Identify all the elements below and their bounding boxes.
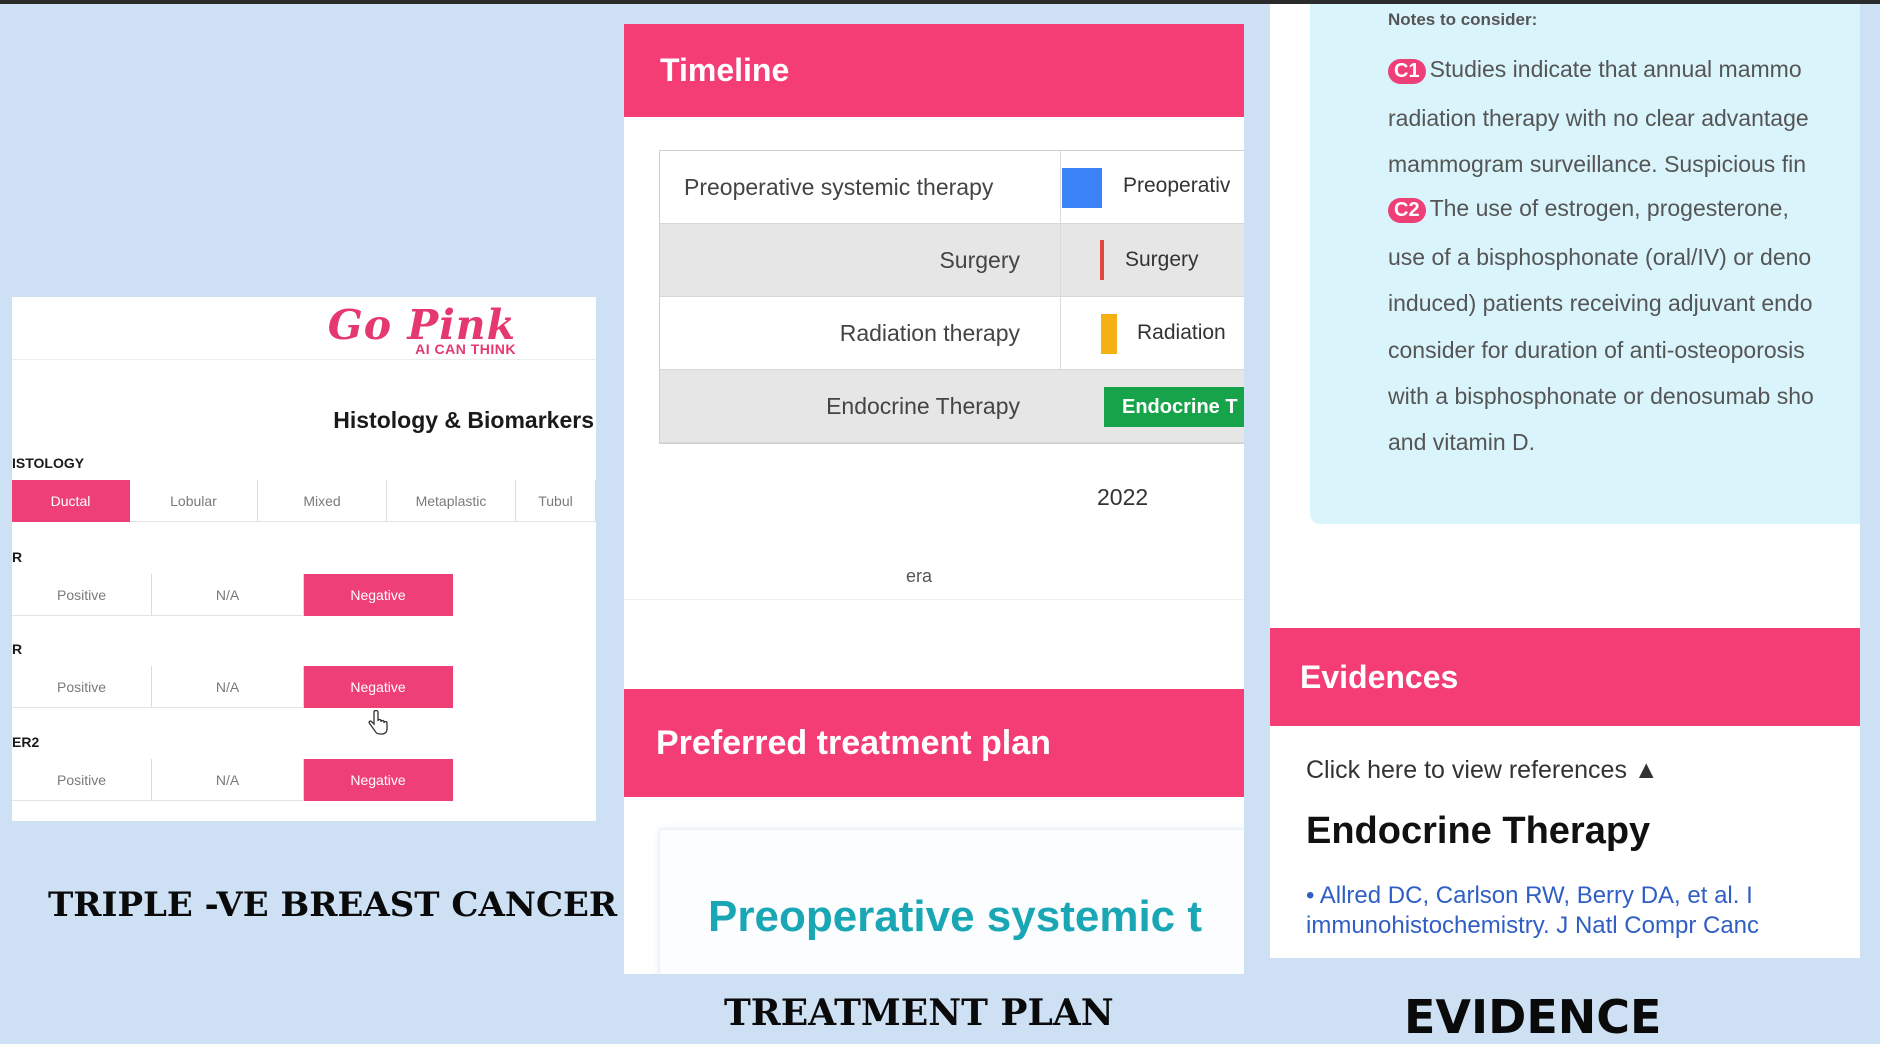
caption-triple-negative: TRIPLE -VE BREAST CANCER <box>48 885 618 925</box>
surgery-color-marker <box>1100 240 1104 280</box>
evidence-heading: Endocrine Therapy <box>1306 810 1651 852</box>
biomarker-3-negative[interactable]: Negative <box>304 759 453 801</box>
option-tubular[interactable]: Tubul <box>516 480 596 522</box>
evidences-header: Evidences <box>1270 628 1860 726</box>
notes-title: Notes to consider: <box>1388 10 1538 29</box>
bar-label: Radiation <box>1137 321 1226 344</box>
histology-label: ISTOLOGY <box>12 455 85 471</box>
gopink-logo: Go Pink AI CAN THINK <box>328 301 516 357</box>
preferred-plan-value: Preoperative systemic t <box>708 892 1203 941</box>
biomarker-2-label: R <box>12 641 23 657</box>
caption-evidence: EVIDENCE <box>1404 990 1662 1044</box>
timeline-row: Radiation therapy Radiation <box>660 297 1244 370</box>
biomarker-3-positive[interactable]: Positive <box>12 759 152 801</box>
treatment-plan-panel: Timeline Preoperative systemic therapy P… <box>624 24 1244 974</box>
histology-options: Ductal Lobular Mixed Metaplastic Tubul <box>12 480 596 522</box>
endocrine-therapy-bar[interactable]: Endocrine T <box>1104 387 1244 427</box>
reference-link[interactable]: • Allred DC, Carlson RW, Berry DA, et al… <box>1306 882 1753 910</box>
timeline-table: Preoperative systemic therapy Preoperati… <box>659 150 1244 444</box>
biomarker-3-options: Positive N/A Negative <box>12 759 453 801</box>
biomarker-2-options: Positive N/A Negative <box>12 666 453 708</box>
note-line-c1: C1 Studies indicate that annual mammo <box>1388 56 1802 84</box>
note-text: The use of estrogen, progesterone, <box>1429 195 1789 221</box>
section-divider <box>624 599 1244 600</box>
note-badge-c2: C2 <box>1388 198 1426 223</box>
timeline-year: 2022 <box>1097 484 1149 510</box>
note-line-c2: C2 The use of estrogen, progesterone, <box>1388 195 1789 223</box>
note-badge-c1: C1 <box>1388 59 1426 84</box>
note-line: with a bisphosphonate or denosumab sho <box>1388 383 1814 409</box>
biomarker-3-label: ER2 <box>12 734 40 750</box>
timeline-row: Surgery Surgery <box>660 224 1244 297</box>
row-name: Radiation therapy <box>839 319 1020 346</box>
biomarker-1-negative[interactable]: Negative <box>304 574 453 616</box>
timeline-row: Endocrine Therapy Endocrine T <box>660 370 1244 443</box>
biomarker-1-na[interactable]: N/A <box>152 574 304 616</box>
biomarker-3-na[interactable]: N/A <box>152 759 304 801</box>
option-mixed[interactable]: Mixed <box>258 480 387 522</box>
timeline-row: Preoperative systemic therapy Preoperati… <box>660 151 1244 224</box>
row-name: Surgery <box>939 246 1020 273</box>
note-line: consider for duration of anti-osteoporos… <box>1388 337 1805 363</box>
preoperative-color-marker <box>1062 168 1102 208</box>
option-metaplastic[interactable]: Metaplastic <box>387 480 516 522</box>
note-line: use of a bisphosphonate (oral/IV) or den… <box>1388 244 1812 270</box>
histology-biomarkers-panel: Go Pink AI CAN THINK Histology & Biomark… <box>12 297 596 821</box>
note-line: radiation therapy with no clear advantag… <box>1388 105 1809 131</box>
bar-label: Preoperativ <box>1123 174 1231 197</box>
radiation-color-marker <box>1101 314 1117 354</box>
reference-link[interactable]: immunohistochemistry. J Natl Compr Canc <box>1306 912 1759 940</box>
caption-treatment-plan: TREATMENT PLAN <box>724 992 1114 1034</box>
biomarker-2-positive[interactable]: Positive <box>12 666 152 708</box>
biomarker-2-negative[interactable]: Negative <box>304 666 453 708</box>
option-lobular[interactable]: Lobular <box>130 480 258 522</box>
row-name: Endocrine Therapy <box>826 392 1020 419</box>
note-text: Studies indicate that annual mammo <box>1429 56 1802 82</box>
bar-label: Surgery <box>1125 248 1199 271</box>
biomarker-1-label: R <box>12 549 23 565</box>
biomarker-1-options: Positive N/A Negative <box>12 574 453 616</box>
view-references-toggle[interactable]: Click here to view references ▲ <box>1306 756 1659 785</box>
timeline-header: Timeline <box>624 24 1244 117</box>
option-ductal[interactable]: Ductal <box>12 480 130 522</box>
timeline-footer-text: era <box>906 566 933 586</box>
preferred-plan-header: Preferred treatment plan <box>624 689 1244 797</box>
biomarker-1-positive[interactable]: Positive <box>12 574 152 616</box>
row-name: Preoperative systemic therapy <box>684 173 994 200</box>
biomarker-2-na[interactable]: N/A <box>152 666 304 708</box>
note-line: induced) patients receiving adjuvant end… <box>1388 290 1813 316</box>
note-line: and vitamin D. <box>1388 429 1536 455</box>
section-title: Histology & Biomarkers <box>333 407 594 433</box>
hand-cursor-icon <box>368 710 388 735</box>
evidence-panel: Notes to consider: C1 Studies indicate th… <box>1270 4 1860 958</box>
note-line: mammogram surveillance. Suspicious fin <box>1388 151 1806 177</box>
header-divider <box>12 359 596 360</box>
